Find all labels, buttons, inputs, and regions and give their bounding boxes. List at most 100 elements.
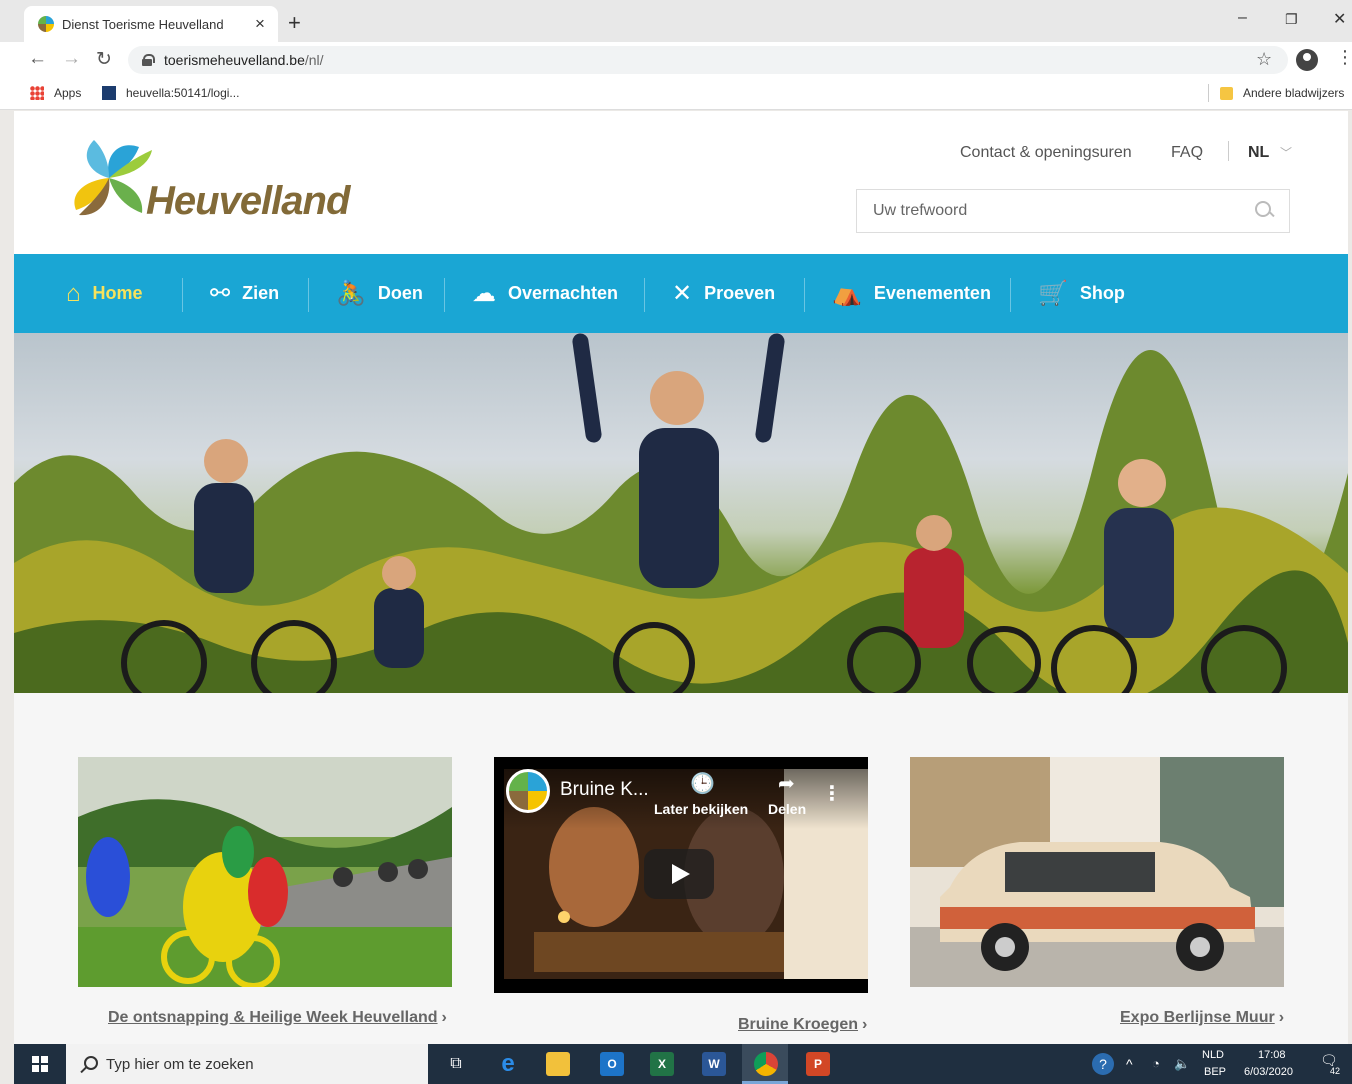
bookmark-star-icon[interactable]: ☆ — [1256, 49, 1272, 70]
menu-kebab-icon[interactable]: ⋮ — [1336, 47, 1352, 68]
address-bar-row: ← → ↻ toerismeheuvelland.be/nl/ ☆ ⋮ — [0, 42, 1352, 78]
task-view-icon[interactable]: ⧉ — [444, 1052, 468, 1076]
logo-text: Heuvelland — [146, 179, 350, 223]
home-icon: ⌂ — [66, 279, 81, 307]
minimize-button[interactable]: – — [1238, 9, 1247, 27]
bookmark-heuvella[interactable]: heuvella:50141/logi... — [102, 86, 239, 100]
close-window-button[interactable]: ✕ — [1333, 9, 1346, 29]
bookmark-favicon-icon — [102, 86, 116, 100]
new-tab-button[interactable]: + — [288, 10, 301, 36]
file-explorer-icon[interactable] — [546, 1052, 570, 1076]
clock-time[interactable]: 17:08 — [1258, 1049, 1286, 1061]
share-button[interactable]: Delen — [768, 801, 806, 817]
video-title[interactable]: Bruine K... — [560, 779, 649, 801]
nav-divider — [804, 278, 805, 312]
nav-label: Proeven — [704, 283, 776, 303]
word-icon[interactable]: W — [702, 1052, 726, 1076]
video-overlay — [494, 757, 868, 829]
search-icon[interactable] — [1255, 201, 1273, 219]
restore-button[interactable]: ❐ — [1285, 11, 1298, 28]
nav-item-zien[interactable]: ⚯ Zien — [210, 254, 279, 333]
nav-item-doen[interactable]: 🚴 Doen — [336, 254, 423, 333]
cart-icon: 🛒 — [1038, 280, 1068, 307]
teaser-link-bruine-kroegen[interactable]: Bruine Kroegen › — [738, 1016, 867, 1034]
fork-knife-icon: ✕ — [672, 280, 693, 307]
clock-icon[interactable]: 🕒 — [690, 771, 715, 796]
nav-label: Overnachten — [508, 283, 619, 303]
notification-count: 42 — [1330, 1066, 1341, 1076]
nav-item-evenementen[interactable]: ⛺ Evenementen — [832, 254, 991, 333]
url-host: toerismeheuvelland.be — [164, 52, 305, 68]
teaser-section: De ontsnapping & Heilige Week Heuvelland… — [14, 693, 1348, 1044]
taskbar-search-placeholder: Typ hier om te zoeken — [106, 1055, 254, 1073]
windows-start-icon[interactable] — [32, 1056, 48, 1072]
edge-icon[interactable]: e — [496, 1050, 520, 1077]
teaser-image-expo[interactable] — [910, 757, 1284, 987]
outlook-icon[interactable]: O — [600, 1052, 624, 1076]
favicon-icon — [38, 16, 54, 32]
teaser-link-text: Expo Berlijnse Muur — [1120, 1009, 1275, 1026]
input-language[interactable]: NLD — [1202, 1049, 1224, 1061]
bookmarks-bar: Apps heuvella:50141/logi... Andere bladw… — [0, 78, 1352, 110]
nav-divider — [182, 278, 183, 312]
powerpoint-icon[interactable]: P — [806, 1052, 830, 1076]
nav-divider — [444, 278, 445, 312]
teaser-image-ontsnapping[interactable] — [78, 757, 452, 987]
nav-item-home[interactable]: ⌂ Home — [66, 254, 143, 333]
tab-title: Dienst Toerisme Heuvelland — [62, 16, 224, 32]
other-bookmarks-label: Andere bladwijzers — [1243, 86, 1345, 100]
bookmark-label: heuvella:50141/logi... — [126, 86, 240, 100]
tent-icon: ⛺ — [832, 280, 862, 307]
folder-icon — [1220, 86, 1233, 100]
share-icon[interactable]: ➦ — [778, 771, 795, 796]
reload-icon[interactable]: ↻ — [96, 48, 112, 71]
profile-avatar-icon[interactable] — [1296, 49, 1318, 71]
language-selector[interactable]: NL — [1248, 144, 1269, 162]
browser-tab-bar: Dienst Toerisme Heuvelland × + – ❐ ✕ — [0, 0, 1352, 42]
browser-tab[interactable]: Dienst Toerisme Heuvelland × — [24, 6, 278, 42]
keyboard-layout[interactable]: BEP — [1204, 1066, 1226, 1078]
close-tab-icon[interactable]: × — [248, 14, 272, 34]
chevron-right-icon: › — [441, 1009, 447, 1026]
website: Heuvelland Contact & openingsuren FAQ NL… — [14, 111, 1348, 1044]
bookmark-label: Apps — [54, 86, 82, 100]
bookmark-apps[interactable]: Apps — [30, 86, 81, 100]
teaser-link-expo[interactable]: Expo Berlijnse Muur › — [1120, 1009, 1284, 1027]
nav-label: Shop — [1079, 283, 1125, 303]
wifi-icon[interactable]: ◔ — [1152, 1056, 1160, 1071]
teaser-photo — [78, 757, 452, 987]
play-button[interactable] — [644, 849, 714, 899]
search-icon — [80, 1056, 98, 1072]
chevron-down-icon[interactable]: ﹀ — [1280, 144, 1292, 161]
contact-link[interactable]: Contact & openingsuren — [960, 144, 1132, 162]
nav-item-proeven[interactable]: ✕ Proeven — [672, 254, 775, 333]
nav-divider — [1010, 278, 1011, 312]
more-options-icon[interactable]: ⋮ — [822, 781, 842, 806]
back-icon[interactable]: ← — [28, 48, 47, 70]
help-icon[interactable]: ? — [1092, 1053, 1114, 1075]
taskbar-search-input[interactable]: Typ hier om te zoeken — [66, 1044, 428, 1084]
logo-swirl-icon — [74, 140, 152, 216]
faq-link[interactable]: FAQ — [1171, 144, 1203, 162]
other-bookmarks[interactable]: Andere bladwijzers — [1220, 86, 1344, 100]
teaser-link-ontsnapping[interactable]: De ontsnapping & Heilige Week Heuvelland… — [108, 1009, 447, 1027]
url-path: /nl/ — [304, 52, 324, 68]
excel-icon[interactable]: X — [650, 1052, 674, 1076]
binoculars-icon: ⚯ — [210, 280, 231, 307]
video-player[interactable]: Bruine K... 🕒 Later bekijken ➦ Delen ⋮ — [494, 757, 868, 993]
channel-avatar-icon[interactable] — [506, 769, 550, 813]
search-placeholder: Uw trefwoord — [873, 202, 968, 219]
forward-icon[interactable]: → — [62, 48, 81, 70]
nav-item-overnachten[interactable]: ☁ Overnachten — [472, 254, 618, 333]
nav-divider — [644, 278, 645, 312]
nav-item-shop[interactable]: 🛒 Shop — [1038, 254, 1125, 333]
topnav-divider — [1228, 141, 1229, 161]
clock-date[interactable]: 6/03/2020 — [1244, 1066, 1293, 1078]
volume-icon[interactable]: 🔈 — [1174, 1056, 1190, 1072]
site-logo[interactable]: Heuvelland — [64, 135, 354, 223]
chrome-icon[interactable] — [754, 1052, 778, 1076]
watch-later-button[interactable]: Later bekijken — [654, 801, 748, 817]
search-input[interactable]: Uw trefwoord — [856, 189, 1290, 233]
url-field[interactable]: toerismeheuvelland.be/nl/ — [128, 46, 1288, 74]
chevron-up-icon[interactable]: ^ — [1126, 1056, 1133, 1072]
